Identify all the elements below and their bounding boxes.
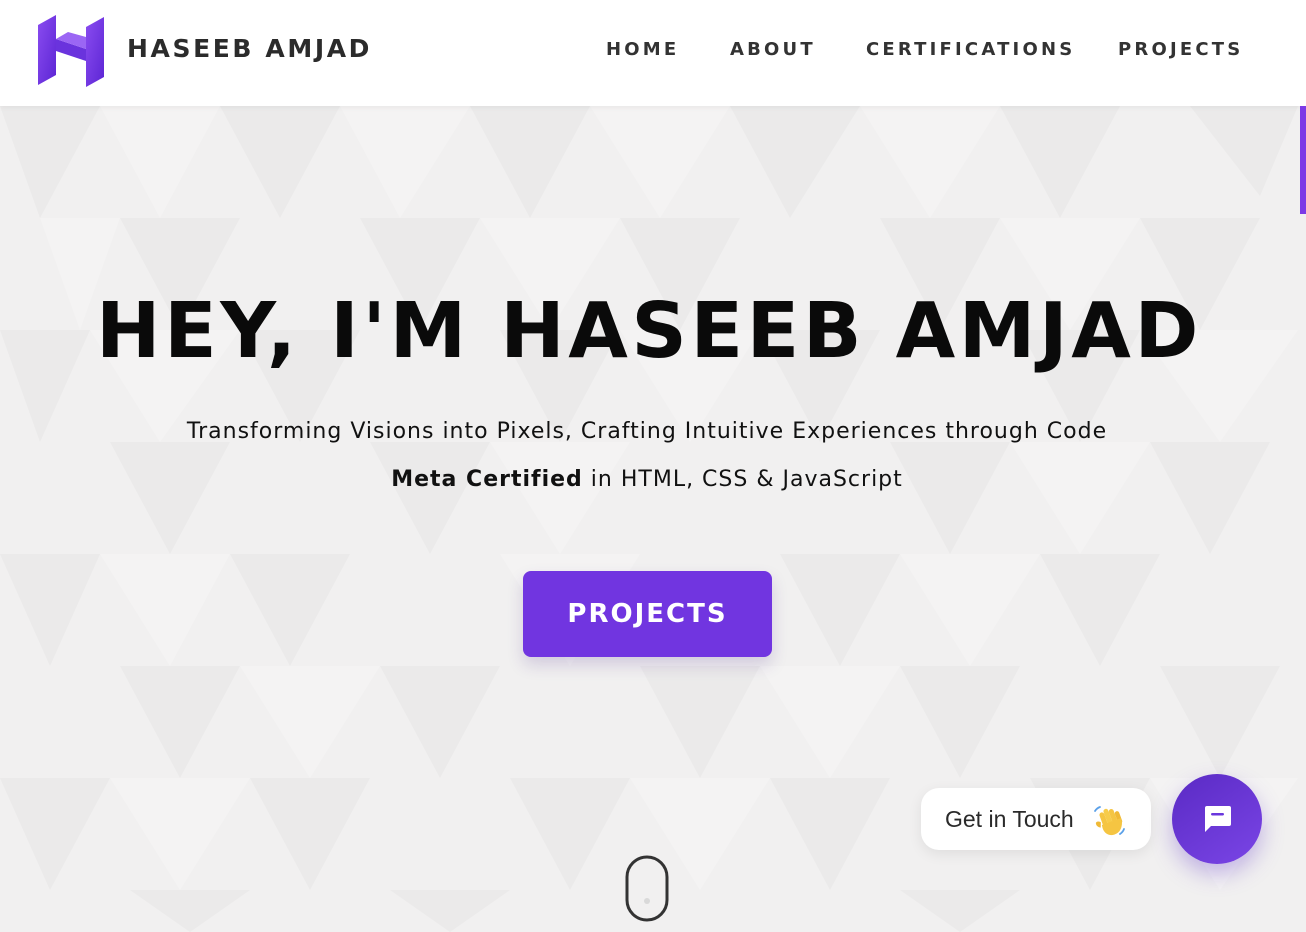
- page-scroll-progress[interactable]: [1300, 106, 1306, 214]
- projects-cta-button[interactable]: PROJECTS: [523, 571, 772, 657]
- nav-certifications[interactable]: CERTIFICATIONS: [866, 39, 1075, 60]
- hero-subtitle: Transforming Visions into Pixels, Crafti…: [186, 419, 1108, 444]
- nav-about[interactable]: ABOUT: [730, 39, 816, 60]
- brand-name[interactable]: HASEEB AMJAD: [127, 34, 372, 63]
- hero-certification-line: Meta Certified in HTML, CSS & JavaScript: [0, 467, 1294, 492]
- site-header: HASEEB AMJAD HOME ABOUT CERTIFICATIONS P…: [0, 0, 1306, 106]
- get-in-touch-bubble[interactable]: Get in Touch: [921, 788, 1151, 850]
- logo-h-icon[interactable]: [36, 15, 106, 87]
- get-in-touch-label: Get in Touch: [945, 806, 1074, 832]
- certification-detail: in HTML, CSS & JavaScript: [582, 467, 903, 492]
- page-scrollbar-track[interactable]: [1298, 106, 1306, 932]
- nav-projects[interactable]: PROJECTS: [1118, 39, 1243, 60]
- chat-icon: [1205, 806, 1231, 832]
- nav-home[interactable]: HOME: [606, 39, 679, 60]
- mouse-scroll-icon[interactable]: [625, 855, 669, 922]
- hero-title: HEY, I'M HASEEB AMJAD: [96, 287, 1202, 376]
- meta-certified-label: Meta Certified: [391, 467, 583, 492]
- waving-hand-icon: [1094, 806, 1125, 836]
- chat-open-button[interactable]: [1172, 774, 1262, 864]
